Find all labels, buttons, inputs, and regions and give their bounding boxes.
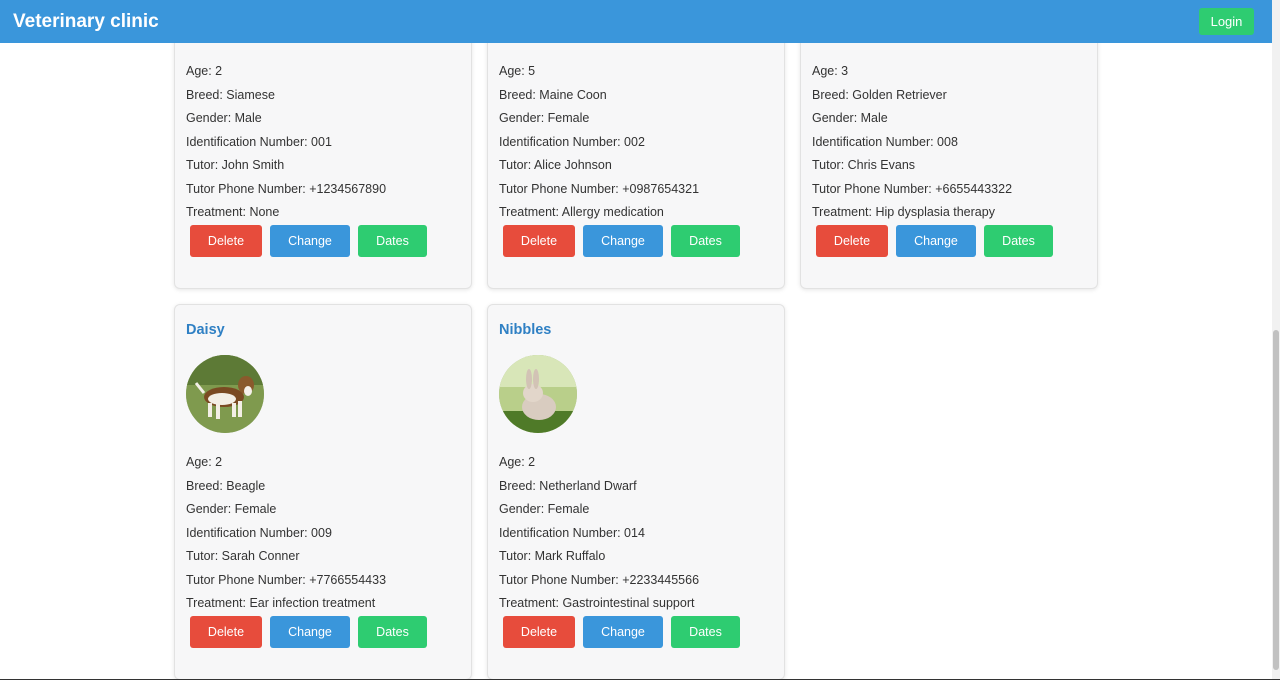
dates-button[interactable]: Dates <box>671 616 740 648</box>
card-actions: Delete Change Dates <box>816 225 1061 257</box>
content-area: Age: 2 Breed: Siamese Gender: Male Ident… <box>0 0 1272 680</box>
pet-age: Age: 2 <box>186 64 223 78</box>
pet-tutor-phone: Tutor Phone Number: +0987654321 <box>499 181 700 196</box>
pet-age: Age: 2 <box>186 455 223 469</box>
app-title: Veterinary clinic <box>13 10 159 32</box>
pet-tutor-phone: Tutor Phone Number: +2233445566 <box>499 572 700 587</box>
pet-gender: Gender: Male <box>812 111 888 125</box>
pet-details: Age: 2 Breed: Siamese Gender: Male Ident… <box>186 60 460 225</box>
dates-button[interactable]: Dates <box>358 616 427 648</box>
scrollbar-thumb[interactable] <box>1273 330 1279 670</box>
pet-details: Age: 2 Breed: Beagle Gender: Female Iden… <box>186 451 460 616</box>
pet-treatment: Treatment: Ear infection treatment <box>186 596 376 610</box>
pet-card: Age: 5 Breed: Maine Coon Gender: Female … <box>487 0 785 289</box>
dates-button[interactable]: Dates <box>358 225 427 257</box>
pet-card: Age: 2 Breed: Siamese Gender: Male Ident… <box>174 0 472 289</box>
pet-card: Daisy Age: 2 Breed: Beagle Gender: Femal… <box>174 304 472 680</box>
card-actions: Delete Change Dates <box>503 616 748 648</box>
pet-details: Age: 2 Breed: Netherland Dwarf Gender: F… <box>499 451 773 616</box>
change-button[interactable]: Change <box>583 225 663 257</box>
card-actions: Delete Change Dates <box>190 616 435 648</box>
pet-tutor: Tutor: Sarah Conner <box>186 549 300 563</box>
pet-tutor: Tutor: Mark Ruffalo <box>499 549 606 563</box>
pet-treatment: Treatment: Hip dysplasia therapy <box>812 205 995 219</box>
pet-details: Age: 3 Breed: Golden Retriever Gender: M… <box>812 60 1086 225</box>
delete-button[interactable]: Delete <box>190 225 262 257</box>
pet-breed: Breed: Maine Coon <box>499 87 607 102</box>
pet-tutor: Tutor: Alice Johnson <box>499 158 612 172</box>
rabbit-photo-icon <box>499 355 577 433</box>
change-button[interactable]: Change <box>270 225 350 257</box>
pet-name: Nibbles <box>499 322 552 338</box>
beagle-photo-icon <box>186 355 264 433</box>
top-navbar: Veterinary clinic Login <box>0 0 1272 43</box>
pet-id-number: Identification Number: 001 <box>186 134 332 149</box>
pet-gender: Gender: Female <box>499 111 590 125</box>
delete-button[interactable]: Delete <box>503 225 575 257</box>
pet-id-number: Identification Number: 002 <box>499 134 645 149</box>
pet-tutor-phone: Tutor Phone Number: +1234567890 <box>186 181 387 196</box>
pet-gender: Gender: Female <box>499 502 590 516</box>
card-actions: Delete Change Dates <box>503 225 748 257</box>
delete-button[interactable]: Delete <box>503 616 575 648</box>
pet-treatment: Treatment: None <box>186 205 280 219</box>
delete-button[interactable]: Delete <box>816 225 888 257</box>
pet-gender: Gender: Female <box>186 502 277 516</box>
dates-button[interactable]: Dates <box>984 225 1053 257</box>
pet-card-grid: Age: 2 Breed: Siamese Gender: Male Ident… <box>174 0 1098 680</box>
pet-treatment: Treatment: Allergy medication <box>499 205 664 219</box>
pet-card: Age: 3 Breed: Golden Retriever Gender: M… <box>800 0 1098 289</box>
pet-age: Age: 2 <box>499 455 536 469</box>
pet-photo <box>186 355 264 433</box>
pet-gender: Gender: Male <box>186 111 262 125</box>
change-button[interactable]: Change <box>270 616 350 648</box>
vertical-scrollbar[interactable] <box>1272 0 1280 680</box>
change-button[interactable]: Change <box>583 616 663 648</box>
app-window: Age: 2 Breed: Siamese Gender: Male Ident… <box>0 0 1280 680</box>
pet-id-number: Identification Number: 009 <box>186 525 332 540</box>
card-actions: Delete Change Dates <box>190 225 435 257</box>
pet-tutor-phone: Tutor Phone Number: +6655443322 <box>812 181 1013 196</box>
pet-breed: Breed: Beagle <box>186 478 266 493</box>
dates-button[interactable]: Dates <box>671 225 740 257</box>
pet-photo <box>499 355 577 433</box>
delete-button[interactable]: Delete <box>190 616 262 648</box>
pet-card: Nibbles Age: 2 Breed: Netherland Dwarf G… <box>487 304 785 680</box>
change-button[interactable]: Change <box>896 225 976 257</box>
pet-treatment: Treatment: Gastrointestinal support <box>499 596 695 610</box>
pet-tutor-phone: Tutor Phone Number: +7766554433 <box>186 572 387 587</box>
pet-id-number: Identification Number: 008 <box>812 134 958 149</box>
pet-breed: Breed: Golden Retriever <box>812 87 947 102</box>
pet-age: Age: 3 <box>812 64 849 78</box>
pet-breed: Breed: Netherland Dwarf <box>499 478 637 493</box>
pet-id-number: Identification Number: 014 <box>499 525 645 540</box>
pet-tutor: Tutor: John Smith <box>186 158 285 172</box>
pet-tutor: Tutor: Chris Evans <box>812 158 916 172</box>
pet-age: Age: 5 <box>499 64 536 78</box>
pet-name: Daisy <box>186 322 225 338</box>
pet-details: Age: 5 Breed: Maine Coon Gender: Female … <box>499 60 773 225</box>
pet-breed: Breed: Siamese <box>186 87 275 102</box>
login-button[interactable]: Login <box>1199 8 1254 35</box>
